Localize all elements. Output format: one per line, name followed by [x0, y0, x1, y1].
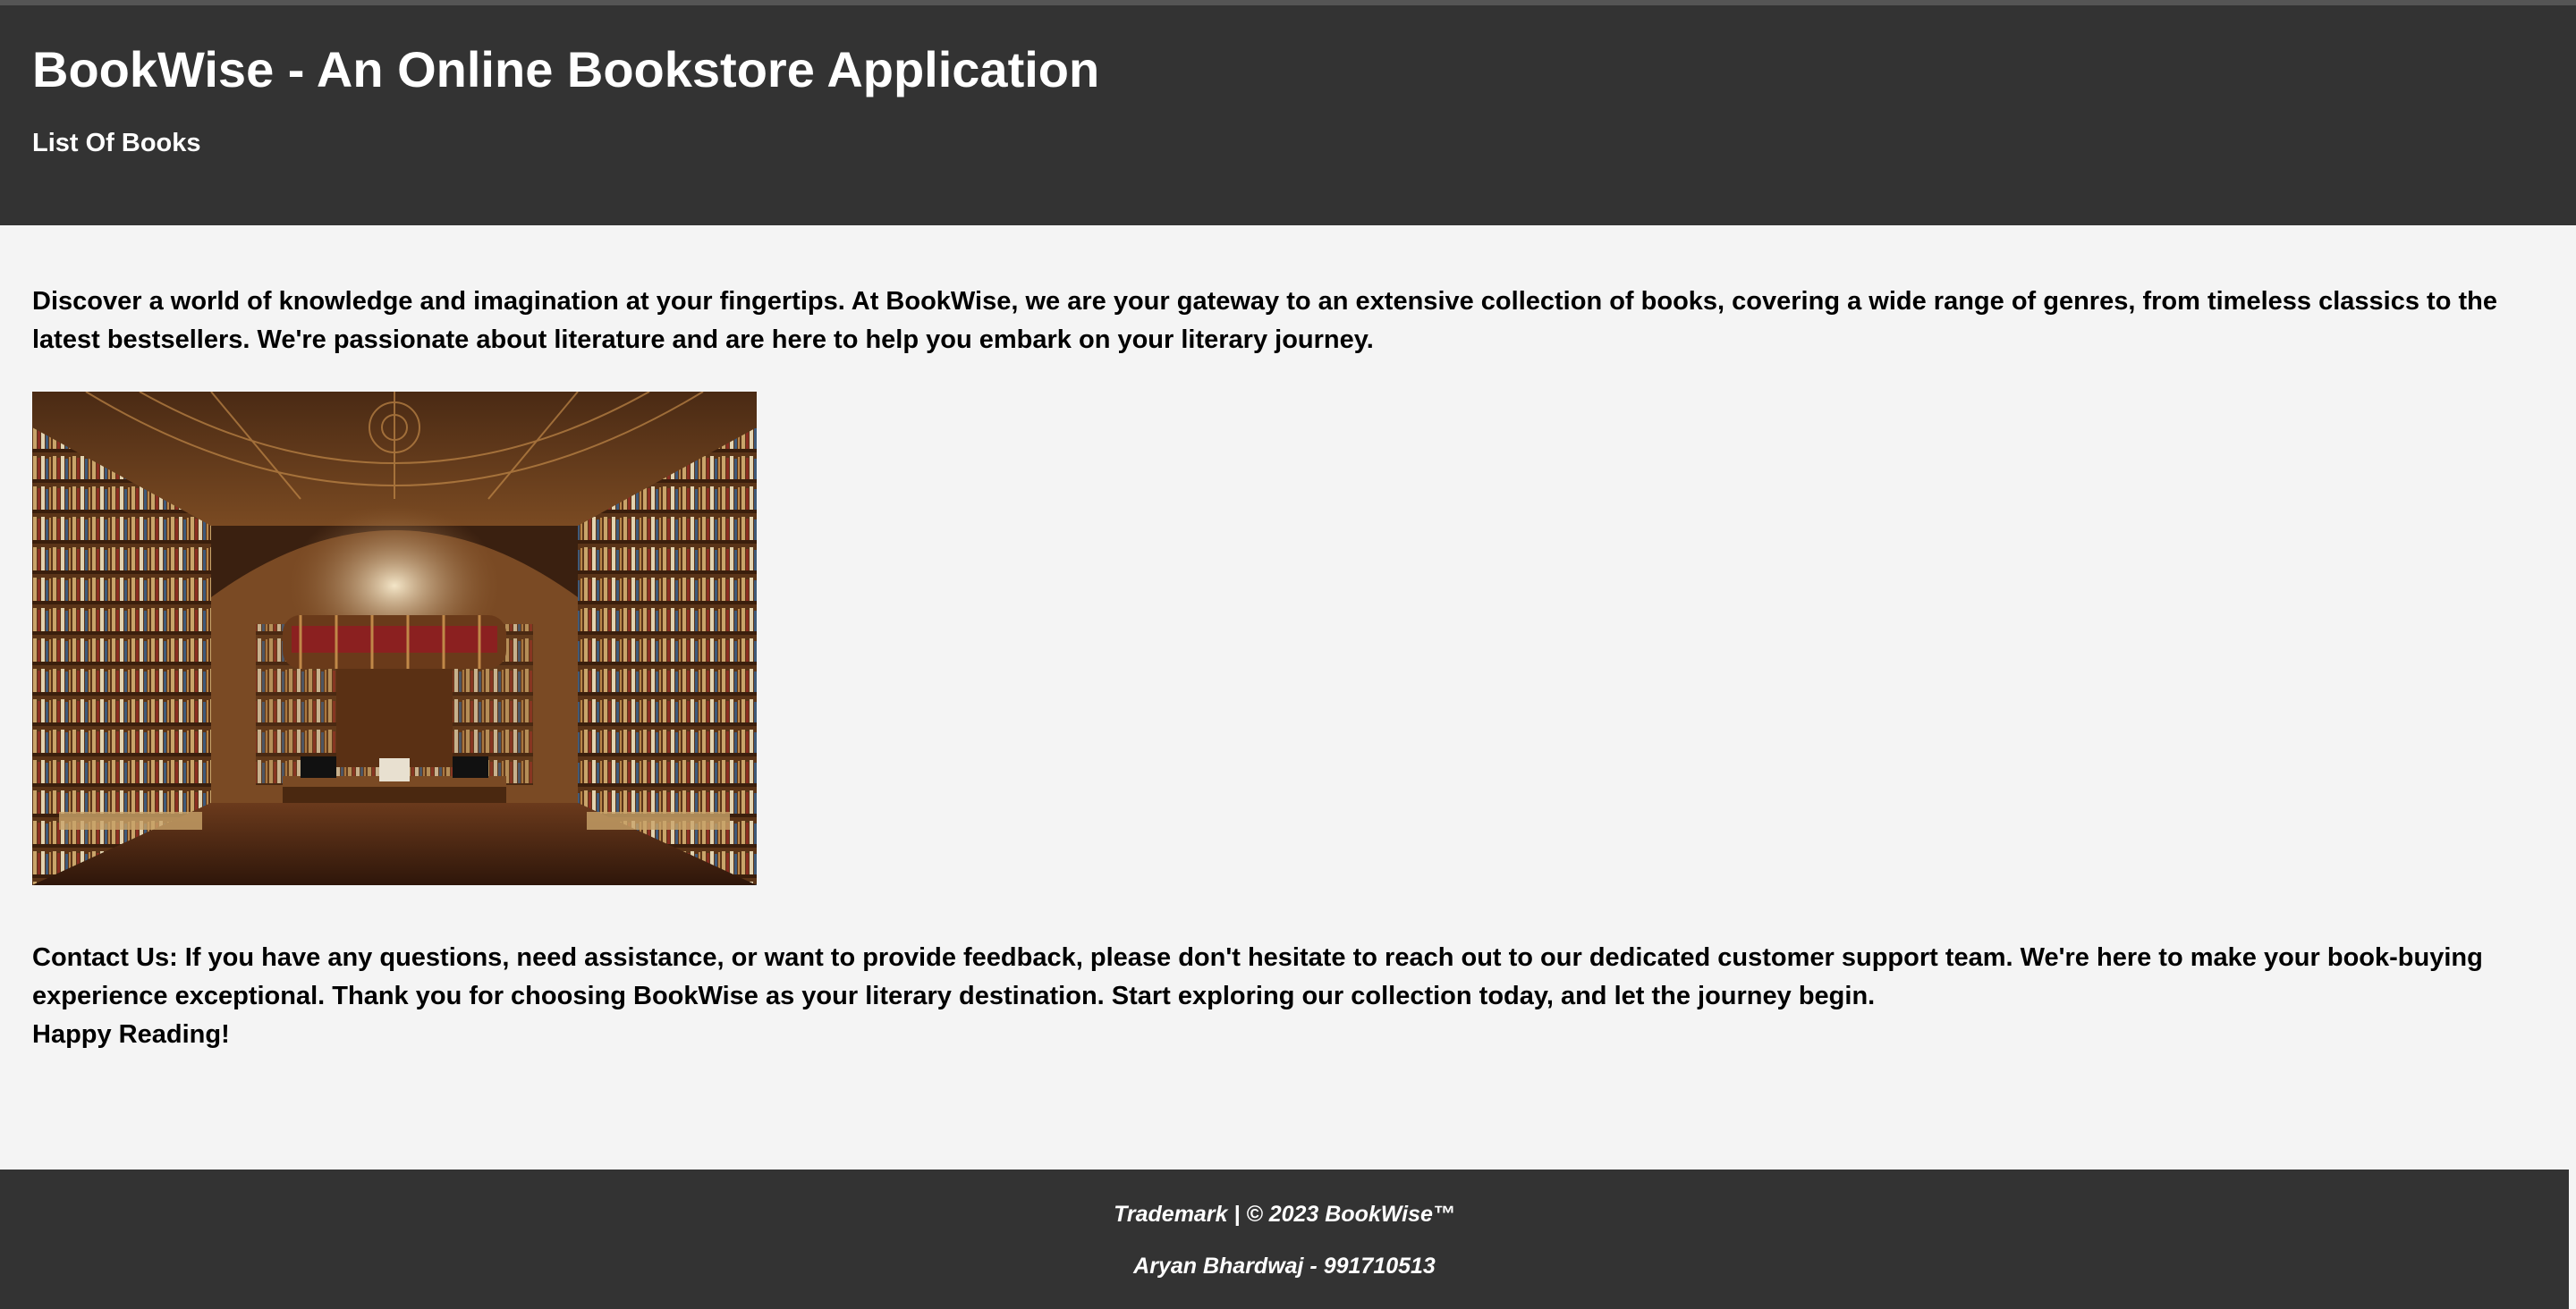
- contact-paragraph: Contact Us: If you have any questions, n…: [32, 939, 2519, 1054]
- bookstore-interior-image: [32, 392, 757, 885]
- list-of-books-link[interactable]: List Of Books: [32, 129, 201, 158]
- site-footer: Trademark | © 2023 BookWise™ Aryan Bhard…: [0, 1170, 2569, 1309]
- author-text: Aryan Bhardwaj - 991710513: [1133, 1254, 1436, 1279]
- trademark-text: Trademark | © 2023 BookWise™: [1114, 1202, 1455, 1227]
- site-title: BookWise - An Online Bookstore Applicati…: [32, 41, 1100, 97]
- closing-text: Happy Reading!: [32, 1020, 230, 1049]
- site-header: BookWise - An Online Bookstore Applicati…: [0, 5, 2576, 225]
- contact-text: Contact Us: If you have any questions, n…: [32, 943, 2483, 1010]
- intro-paragraph: Discover a world of knowledge and imagin…: [32, 287, 2497, 354]
